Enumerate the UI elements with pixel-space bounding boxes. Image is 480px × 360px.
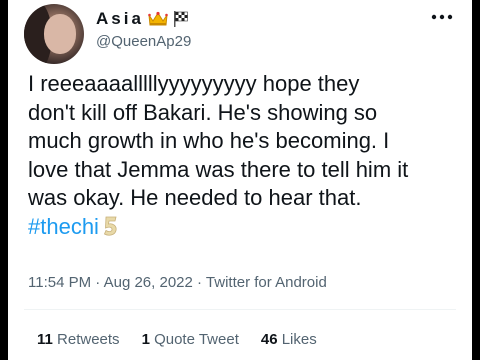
checkered-flag-icon <box>173 11 188 27</box>
meta-separator: · <box>192 274 206 291</box>
retweets-label: Retweets <box>57 331 120 348</box>
retweets-count: 11 <box>37 331 53 348</box>
tweet-line: was okay. He needed to hear that. <box>28 185 362 210</box>
quotes-label: Quote Tweet <box>154 331 239 348</box>
tweet-line: much growth in who he's becoming. I <box>28 128 390 153</box>
tweet-text: I reeeaaaalllllyyyyyyyyy hope they don't… <box>28 70 468 241</box>
user-handle[interactable]: @QueenAp29 <box>96 33 191 50</box>
tweet-date[interactable]: Aug 26, 2022 <box>104 274 193 291</box>
likes-count: 46 <box>260 331 278 348</box>
user-name-row: Asia <box>96 9 190 29</box>
tweet-card: Asia @QueenAp29 I reeeaaaalllllyyyyyyyyy… <box>8 0 472 360</box>
quotes-count: 1 <box>141 331 150 348</box>
likes-stat[interactable]: 46 Likes <box>261 331 317 348</box>
number-five-icon <box>103 216 117 236</box>
tweet-line: I reeeaaaalllllyyyyyyyyy hope they <box>28 71 360 96</box>
avatar[interactable] <box>24 4 84 64</box>
tweet-source[interactable]: Twitter for Android <box>206 274 327 291</box>
display-name[interactable]: Asia <box>96 9 144 29</box>
hashtag-line: #thechi <box>28 213 468 242</box>
avatar-face <box>44 14 76 54</box>
tweet-meta: 11:54 PM · Aug 26, 2022 · Twitter for An… <box>28 274 327 291</box>
tweet-line: love that Jemma was there to tell him it <box>28 156 409 182</box>
more-dots-icon <box>431 14 453 20</box>
more-options-button[interactable] <box>428 6 456 28</box>
meta-separator: · <box>91 274 104 291</box>
engagement-stats: 11 Retweets 1 Quote Tweet 46 Likes <box>37 331 317 348</box>
divider <box>24 309 456 310</box>
likes-label: Likes <box>281 331 317 348</box>
retweets-stat[interactable]: 11 Retweets <box>37 331 120 348</box>
tweet-line: don't kill off Bakari. He's showing so <box>28 99 378 125</box>
quote-tweets-stat[interactable]: 1 Quote Tweet <box>142 331 239 348</box>
hashtag-link[interactable]: #thechi <box>28 214 99 239</box>
crown-icon <box>148 11 168 26</box>
tweet-time[interactable]: 11:54 PM <box>28 274 91 291</box>
